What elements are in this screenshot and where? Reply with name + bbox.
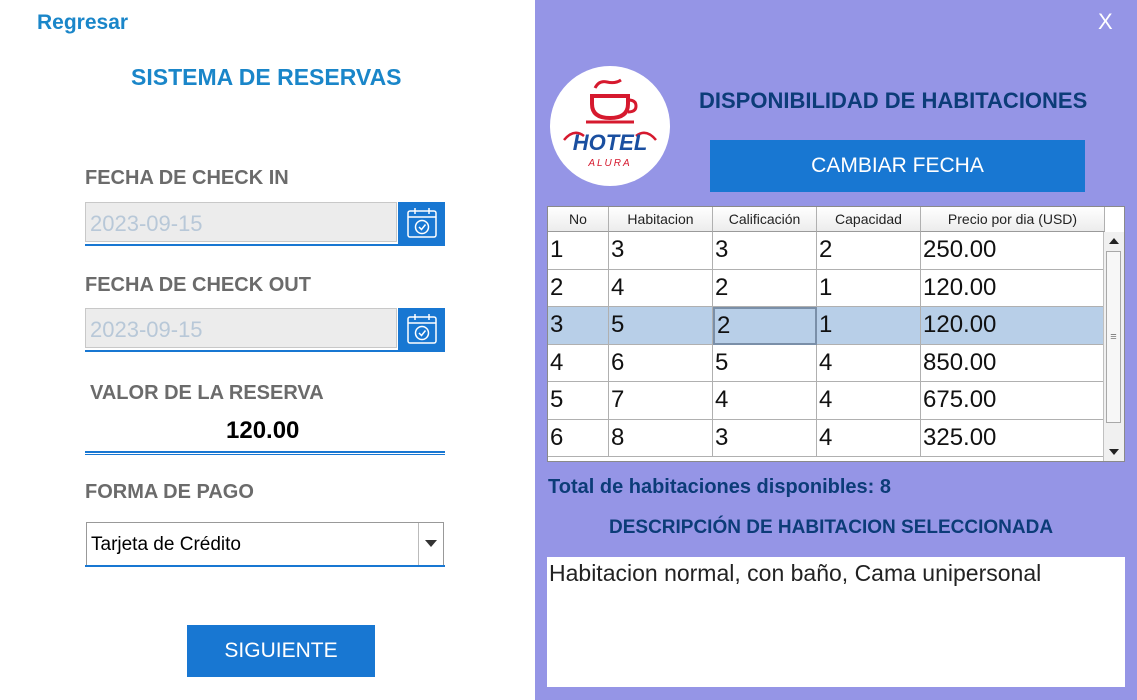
- scrollbar-thumb[interactable]: ≡: [1106, 251, 1121, 423]
- checkout-underline: [85, 350, 445, 352]
- table-cell: 120.00: [921, 269, 1105, 307]
- col-no-header[interactable]: No: [548, 207, 609, 232]
- payment-underline: [85, 565, 445, 567]
- table-cell: 675.00: [921, 382, 1105, 420]
- table-header: No Habitacion Calificación Capacidad Pre…: [548, 207, 1105, 232]
- availability-panel: X HOTEL ALURA DISPONIBILIDAD DE HABITACI…: [535, 0, 1137, 700]
- table-cell: 3: [609, 232, 713, 270]
- table-cell: 7: [609, 382, 713, 420]
- table-cell: 6: [548, 419, 609, 457]
- availability-title: DISPONIBILIDAD DE HABITACIONES: [699, 88, 1088, 113]
- table-cell: 2: [548, 269, 609, 307]
- dropdown-arrow-icon: [425, 540, 437, 547]
- payment-method-select[interactable]: Tarjeta de Crédito: [86, 522, 444, 566]
- description-title: DESCRIPCIÓN DE HABITACION SELECCIONADA: [609, 517, 1054, 538]
- logo-subtext: ALURA: [587, 158, 631, 169]
- page-title: SISTEMA DE RESERVAS: [131, 64, 402, 90]
- checkout-value: 2023-09-15: [90, 317, 203, 342]
- checkout-input[interactable]: 2023-09-15: [85, 308, 397, 348]
- table-cell: 3: [713, 419, 817, 457]
- scroll-down-icon: [1109, 449, 1119, 455]
- table-row[interactable]: 1 3 3 2 250.00: [548, 232, 1105, 270]
- checkout-calendar-button[interactable]: [398, 308, 445, 350]
- col-precio-header[interactable]: Precio por dia (USD): [921, 207, 1105, 232]
- calendar-icon: [406, 314, 437, 344]
- table-cell: 1: [548, 232, 609, 270]
- reservation-form-panel: Regresar SISTEMA DE RESERVAS FECHA DE CH…: [0, 0, 535, 700]
- checkout-label: FECHA DE CHECK OUT: [85, 274, 311, 296]
- description-text: Habitacion normal, con baño, Cama uniper…: [549, 560, 1042, 586]
- checkin-underline: [85, 244, 445, 246]
- valor-value: 120.00: [226, 417, 300, 444]
- valor-label: VALOR DE LA RESERVA: [90, 382, 324, 404]
- checkin-label: FECHA DE CHECK IN: [85, 167, 289, 189]
- col-capacidad-header[interactable]: Capacidad: [817, 207, 921, 232]
- table-row[interactable]: 2 4 2 1 120.00: [548, 269, 1105, 307]
- table-row[interactable]: 5 7 4 4 675.00: [548, 382, 1105, 420]
- table-cell: 4: [817, 382, 921, 420]
- valor-underline: [85, 451, 445, 453]
- scroll-down-button[interactable]: [1104, 443, 1124, 461]
- table-cell: 6: [609, 344, 713, 382]
- hotel-logo: HOTEL ALURA: [550, 66, 670, 186]
- table-scrollbar[interactable]: ≡: [1103, 232, 1124, 461]
- hotel-logo-graphic: HOTEL ALURA: [563, 78, 657, 169]
- close-button[interactable]: X: [1098, 9, 1113, 35]
- table-cell: 250.00: [921, 232, 1105, 270]
- table-cell: 850.00: [921, 344, 1105, 382]
- table-cell: 5: [548, 382, 609, 420]
- table-cell: 4: [713, 382, 817, 420]
- pago-label: FORMA DE PAGO: [85, 481, 254, 503]
- col-calificacion-header[interactable]: Calificación: [713, 207, 817, 232]
- table-cell: 1: [817, 269, 921, 307]
- table-cell: 5: [609, 307, 713, 345]
- back-link[interactable]: Regresar: [37, 11, 128, 35]
- table-row[interactable]: 6 8 3 4 325.00: [548, 419, 1105, 457]
- table-cell-focused[interactable]: 2: [713, 307, 817, 345]
- change-date-button[interactable]: CAMBIAR FECHA: [710, 140, 1085, 192]
- table-cell: 4: [817, 344, 921, 382]
- checkin-value: 2023-09-15: [90, 211, 203, 236]
- logo-text: HOTEL: [573, 130, 648, 155]
- col-habitacion-header[interactable]: Habitacion: [609, 207, 713, 232]
- checkin-input[interactable]: 2023-09-15: [85, 202, 397, 242]
- table-cell: 120.00: [921, 307, 1105, 345]
- description-textarea[interactable]: Habitacion normal, con baño, Cama uniper…: [547, 557, 1125, 687]
- table-row[interactable]: 4 6 5 4 850.00: [548, 344, 1105, 382]
- table-row-selected[interactable]: 3 5 2 1 120.00: [548, 307, 1105, 345]
- table-cell: 325.00: [921, 419, 1105, 457]
- table-cell: 2: [817, 232, 921, 270]
- table-cell: 3: [548, 307, 609, 345]
- table-cell: 2: [713, 269, 817, 307]
- table-cell: 5: [713, 344, 817, 382]
- checkin-calendar-button[interactable]: [398, 202, 445, 244]
- checkout-date-field: 2023-09-15: [85, 308, 445, 352]
- total-available-label: Total de habitaciones disponibles: 8: [548, 476, 892, 498]
- rooms-table: No Habitacion Calificación Capacidad Pre…: [547, 206, 1125, 462]
- table-cell: 4: [817, 419, 921, 457]
- checkin-date-field: 2023-09-15: [85, 202, 445, 246]
- scroll-up-icon: [1109, 238, 1119, 244]
- table-cell: 4: [609, 269, 713, 307]
- calendar-icon: [406, 208, 437, 238]
- table-cell: 4: [548, 344, 609, 382]
- payment-method-value: Tarjeta de Crédito: [91, 534, 241, 555]
- table-cell: 8: [609, 419, 713, 457]
- table-body: 1 3 3 2 250.00 2 4 2 1 120.00 3 5 2 1 12…: [548, 232, 1105, 457]
- next-button[interactable]: SIGUIENTE: [187, 625, 375, 677]
- table-cell: 3: [713, 232, 817, 270]
- select-dropdown-button[interactable]: [418, 523, 443, 565]
- table-cell: 1: [817, 307, 921, 345]
- scroll-up-button[interactable]: [1104, 232, 1124, 250]
- valor-underline-secondary: [85, 454, 445, 455]
